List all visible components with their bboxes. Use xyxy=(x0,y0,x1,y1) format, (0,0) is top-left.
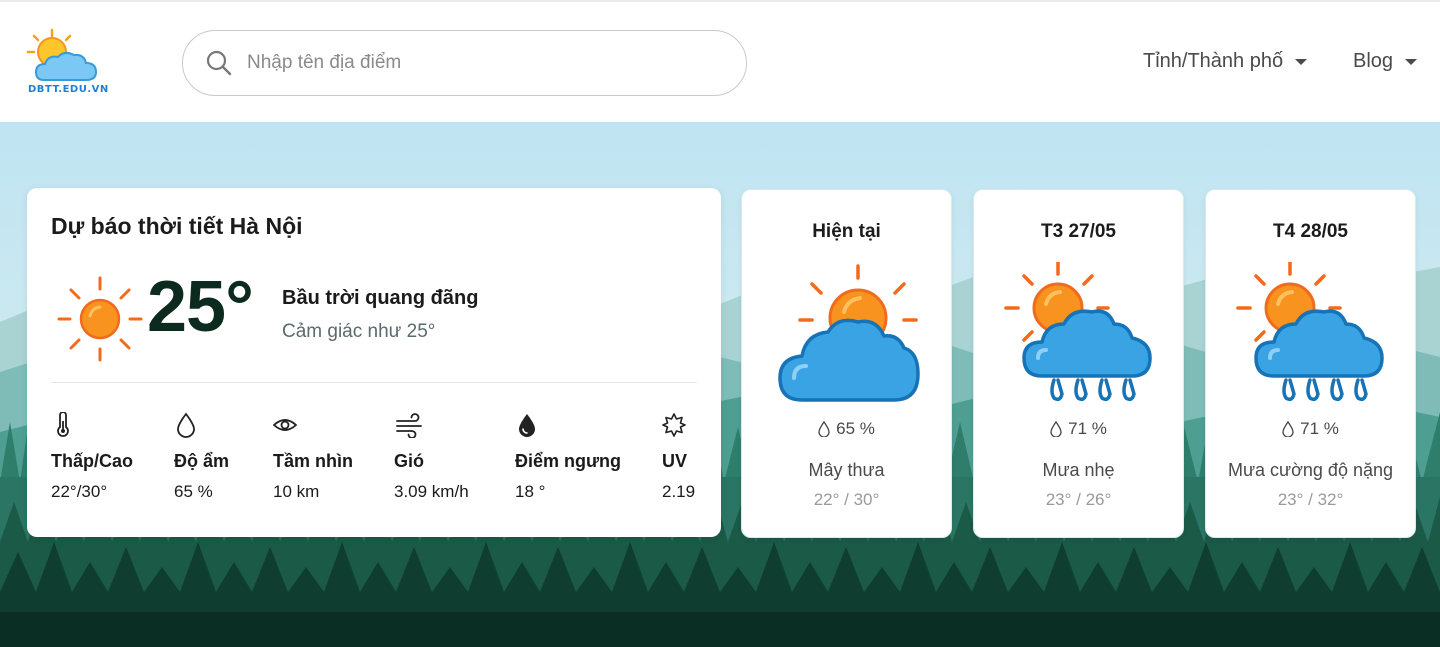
forecast-humidity-value: 65 % xyxy=(836,419,875,438)
logo-text: DBTT.EDU.VN xyxy=(28,84,109,95)
logo-sun-cloud-icon xyxy=(26,28,98,81)
stat-value: 2.19 xyxy=(662,482,696,501)
stat-label: Thấp/Cao xyxy=(51,451,134,471)
forecast-range: 22° / 30° xyxy=(813,490,880,509)
stat-low-high: Thấp/Cao 22°/30° xyxy=(51,412,133,501)
divider xyxy=(51,382,697,383)
weather-stats: Thấp/Cao 22°/30° Độ ẩm 65 % Tầm nhìn 10 … xyxy=(51,412,711,512)
stat-value: 10 km xyxy=(273,482,320,501)
forecast-description: Mưa nhẹ xyxy=(1042,460,1115,480)
nav-blog-dropdown[interactable]: Blog xyxy=(1353,50,1418,73)
nav-province-label: Tỉnh/Thành phố xyxy=(1143,50,1284,72)
stat-label: Tầm nhìn xyxy=(273,451,353,471)
forecast-range: 23° / 26° xyxy=(1045,490,1112,509)
nav-province-dropdown[interactable]: Tỉnh/Thành phố xyxy=(1143,50,1308,73)
uv-icon xyxy=(662,413,686,437)
humidity-icon xyxy=(1282,421,1294,437)
page-title: Dự báo thời tiết Hà Nội xyxy=(51,213,303,239)
feels-like: Cảm giác như 25° xyxy=(282,321,436,342)
thermometer-icon xyxy=(57,412,69,437)
eye-icon xyxy=(273,419,297,431)
header: DBTT.EDU.VN Tỉnh/Thành phố Blog xyxy=(0,0,1440,122)
dew-point-icon xyxy=(519,414,535,437)
forecast-card-day-1[interactable]: T3 27/05 71 % Mưa nhẹ 23° / 26° xyxy=(973,189,1184,538)
nav-blog-label: Blog xyxy=(1353,50,1394,72)
current-condition: Bầu trời quang đãng xyxy=(282,287,479,309)
stat-uv: UV 2.19 xyxy=(662,412,695,501)
stat-label: Độ ẩm xyxy=(174,451,230,471)
sun-cloud-icon xyxy=(778,264,920,402)
sun-rain-icon xyxy=(1236,262,1384,402)
search-input[interactable] xyxy=(247,52,707,74)
stat-label: UV xyxy=(662,451,688,471)
stat-visibility: Tầm nhìn 10 km xyxy=(273,412,353,501)
sun-rain-icon xyxy=(1004,262,1152,402)
forecast-title: Hiện tại xyxy=(812,221,881,242)
forecast-humidity: 71 % xyxy=(974,419,1183,439)
stat-label: Gió xyxy=(394,451,424,471)
caret-down-icon xyxy=(1295,58,1308,65)
search-bar[interactable] xyxy=(182,30,747,96)
forecast-humidity-value: 71 % xyxy=(1300,419,1339,438)
stat-wind: Gió 3.09 km/h xyxy=(394,412,469,501)
forecast-humidity: 71 % xyxy=(1206,419,1415,439)
forecast-card-now[interactable]: Hiện tại 65 % Mây thưa 22° / 30° xyxy=(741,189,952,538)
stat-value: 18 ° xyxy=(515,482,546,501)
current-weather-card: Dự báo thời tiết Hà Nội 25° Bầu trời qua… xyxy=(27,188,721,537)
stat-dew-point: Điểm ngưng 18 ° xyxy=(515,412,621,501)
stat-humidity: Độ ẩm 65 % xyxy=(174,412,229,501)
forecast-humidity: 65 % xyxy=(742,419,951,439)
search-icon xyxy=(206,50,232,76)
forecast-description: Mây thưa xyxy=(808,460,885,480)
forecast-range: 23° / 32° xyxy=(1277,490,1344,509)
humidity-icon xyxy=(818,421,830,437)
forecast-card-day-2[interactable]: T4 28/05 71 % Mưa cường độ nặng 23° / 32… xyxy=(1205,189,1416,538)
stat-value: 65 % xyxy=(174,482,213,501)
stat-value: 3.09 km/h xyxy=(394,482,469,501)
wind-icon xyxy=(396,413,422,438)
current-temperature: 25° xyxy=(147,267,254,347)
humidity-icon xyxy=(1050,421,1062,437)
forecast-title: T4 28/05 xyxy=(1273,221,1348,242)
stat-label: Điểm ngưng xyxy=(515,451,622,471)
humidity-icon xyxy=(177,412,195,438)
forecast-description: Mưa cường độ nặng xyxy=(1228,460,1393,480)
sun-icon xyxy=(57,276,143,362)
forecast-humidity-value: 71 % xyxy=(1068,419,1107,438)
forecast-title: T3 27/05 xyxy=(1041,221,1116,242)
caret-down-icon xyxy=(1405,58,1418,65)
stat-value: 22°/30° xyxy=(51,482,108,501)
